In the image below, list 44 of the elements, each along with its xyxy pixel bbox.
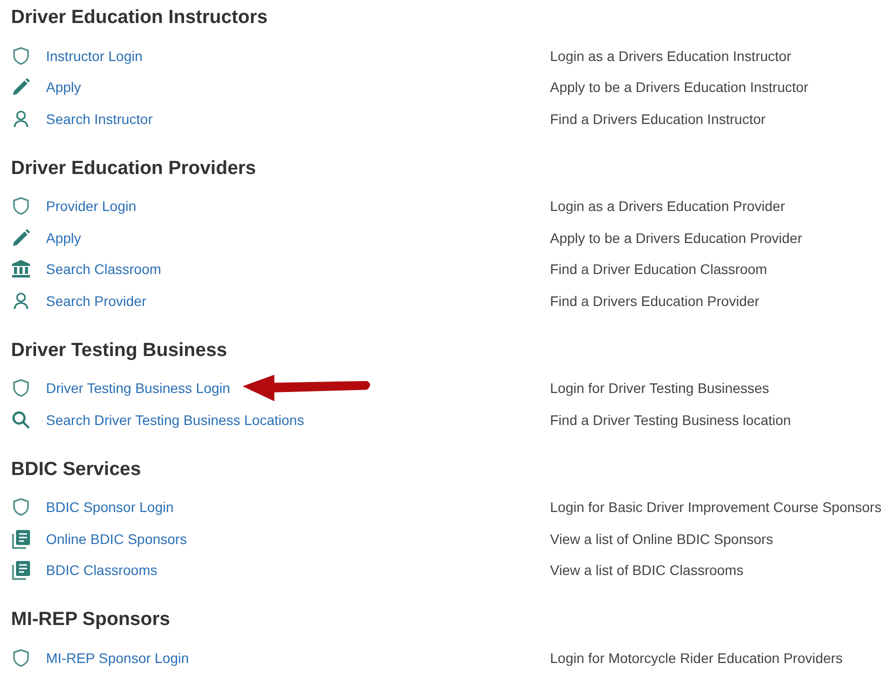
section-heading: Driver Education Providers	[11, 156, 257, 180]
description: View a list of BDIC Classrooms	[550, 562, 744, 578]
pencil-icon	[11, 77, 31, 98]
person-icon	[11, 108, 31, 129]
shield-icon	[11, 196, 31, 216]
description: Login as a Drivers Education Instructor	[550, 48, 792, 64]
link[interactable]: Search Instructor	[46, 110, 153, 127]
section-heading: MI-REP Sponsors	[11, 608, 172, 632]
description: Login for Motorcycle Rider Education Providers	[550, 650, 844, 666]
person-icon	[11, 290, 31, 311]
description: Find a Drivers Education Instructor	[550, 110, 767, 127]
description: Find a Drivers Education Provider	[550, 292, 760, 309]
link[interactable]: Apply	[46, 230, 82, 246]
section-heading: BDIC Services	[11, 458, 142, 482]
description: View a list of Online BDIC Sponsors	[550, 530, 774, 547]
description: Login as a Drivers Education Provider	[550, 198, 786, 214]
shield-icon	[11, 648, 31, 668]
section-heading: Driver Testing Business	[11, 338, 228, 362]
link[interactable]: MI-REP Sponsor Login	[46, 650, 189, 666]
description: Apply to be a Drivers Education Provider	[550, 230, 804, 246]
search-icon	[11, 410, 31, 430]
link[interactable]: Driver Testing Business Login	[46, 380, 230, 396]
link[interactable]: Apply	[46, 79, 82, 96]
link[interactable]: Provider Login	[46, 198, 136, 214]
shield-icon	[11, 378, 31, 398]
link[interactable]: BDIC Classrooms	[46, 562, 158, 578]
description: Find a Driver Education Classroom	[550, 261, 768, 278]
bank-icon	[11, 259, 31, 280]
description: Find a Driver Testing Business location	[550, 412, 792, 428]
link[interactable]: BDIC Sponsor Login	[46, 499, 174, 516]
description: Login for Driver Testing Businesses	[550, 380, 770, 396]
link[interactable]: Online BDIC Sponsors	[46, 530, 187, 547]
description: Login for Basic Driver Improvement Course Sponsors	[550, 499, 882, 516]
document-list-icon	[11, 560, 31, 580]
shield-icon	[11, 497, 31, 518]
pencil-icon	[11, 228, 31, 248]
description: Apply to be a Drivers Education Instructor	[550, 79, 810, 96]
section-heading: Driver Education Instructors	[11, 6, 269, 30]
link[interactable]: Search Driver Testing Business Locations	[46, 412, 304, 428]
link[interactable]: Search Provider	[46, 292, 146, 309]
document-list-icon	[11, 528, 31, 549]
link[interactable]: Search Classroom	[46, 261, 162, 278]
link[interactable]: Instructor Login	[46, 48, 142, 64]
shield-icon	[11, 46, 31, 66]
